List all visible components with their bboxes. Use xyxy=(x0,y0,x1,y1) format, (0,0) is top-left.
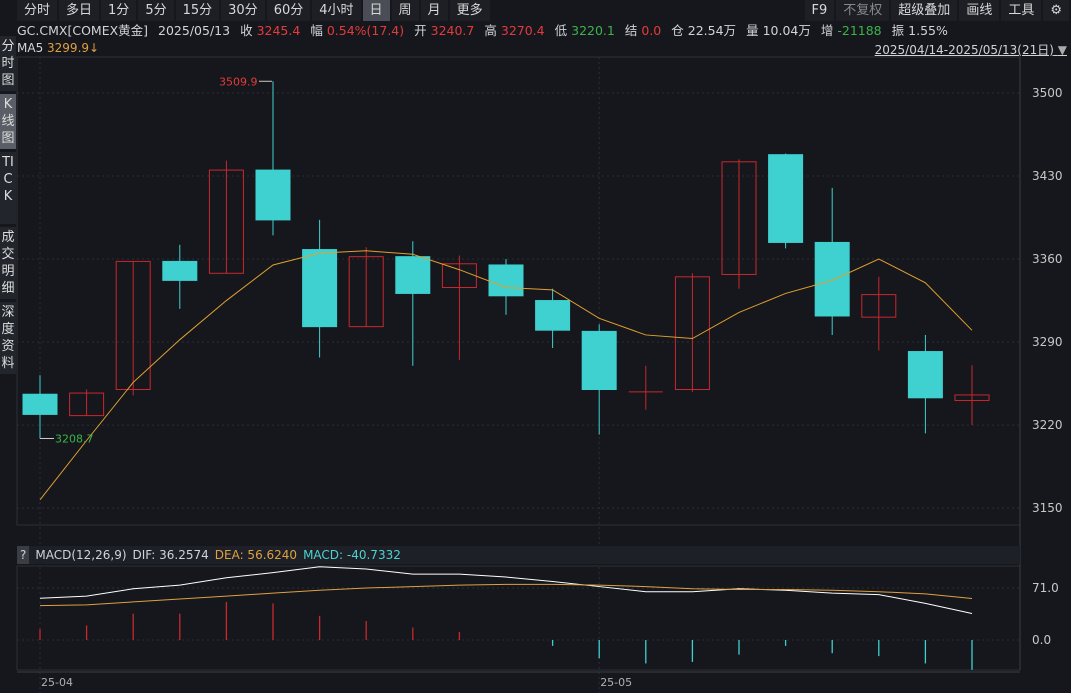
date-label: 25-04 xyxy=(41,676,73,689)
quote-info-row: GC.CMX[COMEX黄金] 2025/05/13 收 3245.4 幅 0.… xyxy=(17,22,948,40)
sidebar-tab[interactable]: TICK xyxy=(0,152,16,224)
macd-dea: DEA: 56.6240 xyxy=(214,548,298,562)
change-label: 幅 xyxy=(310,23,323,38)
high-label: 高 xyxy=(484,23,497,38)
macd-panel-frame xyxy=(16,565,1021,671)
period-tab[interactable]: 月 xyxy=(420,0,448,21)
gear-icon[interactable]: ⚙ xyxy=(1043,0,1069,21)
kline-chart[interactable]: 3500 3430 3360 3290 3220 3150 25-04 25-05 3509.9… xyxy=(0,0,1071,693)
high-value: 3270.4 xyxy=(500,23,545,38)
period-tab[interactable]: 1分 xyxy=(101,0,137,21)
candle-body xyxy=(768,154,804,243)
tool-button[interactable]: 不复权 xyxy=(836,0,890,21)
price-tick-label: 3360 xyxy=(1032,252,1063,266)
macd-dif: DIF: 36.2574 xyxy=(132,548,209,562)
price-tick-label: 3290 xyxy=(1032,335,1063,349)
macd-tick-label: 71.0 xyxy=(1032,581,1059,595)
candle-body xyxy=(907,351,943,399)
min-price-label: 3208.7 xyxy=(55,432,94,445)
price-tick-label: 3220 xyxy=(1032,418,1063,432)
sidebar-tab[interactable]: 分时图 xyxy=(0,36,16,91)
period-tab[interactable]: 更多 xyxy=(449,0,490,21)
date-range[interactable]: 2025/04/14-2025/05/13(21日) xyxy=(875,43,1054,57)
macd-title: MACD(12,26,9) xyxy=(35,548,127,562)
macd-tick-label: 0.0 xyxy=(1032,633,1051,647)
close-label: 收 xyxy=(240,23,253,38)
tool-button[interactable]: 工具 xyxy=(1001,0,1042,21)
period-tab[interactable]: 多日 xyxy=(59,0,100,21)
macd-value: MACD: -40.7332 xyxy=(303,548,401,562)
change-value: 0.54%(17.4) xyxy=(326,23,405,38)
tool-button[interactable]: 超级叠加 xyxy=(891,0,958,21)
ma5-value: 3299.9↓ xyxy=(47,41,100,55)
period-tab[interactable]: 周 xyxy=(391,0,419,21)
sidebar-tab[interactable]: 深度资料 xyxy=(0,302,16,374)
candle-body xyxy=(255,169,291,221)
period-tab[interactable]: 分时 xyxy=(17,0,58,21)
candle-body xyxy=(22,393,58,415)
increase-value: -21188 xyxy=(837,23,882,38)
volume-value: 10.04万 xyxy=(762,23,811,38)
help-icon[interactable]: ? xyxy=(17,546,30,564)
date: 2025/05/13 xyxy=(158,23,231,38)
period-tab[interactable]: 30分 xyxy=(221,0,265,21)
symbol: GC.CMX[COMEX黄金] xyxy=(17,23,149,38)
candle-body xyxy=(488,264,524,297)
price-tick-label: 3500 xyxy=(1032,86,1063,100)
settle-value: 0.0 xyxy=(641,23,662,38)
oi-label: 仓 xyxy=(671,23,684,38)
settle-label: 结 xyxy=(624,23,638,38)
period-tab[interactable]: 60分 xyxy=(266,0,311,21)
period-tab[interactable]: 15分 xyxy=(175,0,220,21)
tools-toolbar: F9 不复权 超级叠加 画线 工具 ⚙ xyxy=(804,0,1071,21)
period-tab[interactable]: 5分 xyxy=(138,0,174,21)
date-range-selector[interactable]: 2025/04/14-2025/05/13(21日) ▼ xyxy=(875,41,1067,58)
sidebar-tab[interactable]: K线图 xyxy=(0,94,16,149)
close-value: 3245.4 xyxy=(256,23,301,38)
max-price-label: 3509.9 xyxy=(219,75,258,88)
date-label: 25-05 xyxy=(600,676,632,689)
price-tick-label: 3430 xyxy=(1032,169,1063,183)
tool-button[interactable]: F9 xyxy=(804,0,835,21)
tool-button[interactable]: 画线 xyxy=(959,0,1000,21)
low-label: 低 xyxy=(554,23,568,38)
candle-body xyxy=(302,249,338,328)
macd-header: ? MACD(12,26,9) DIF: 36.2574 DEA: 56.624… xyxy=(17,546,1020,564)
candle-body xyxy=(395,256,431,294)
increase-label: 增 xyxy=(820,23,834,38)
sidebar-tab[interactable]: 成交明细 xyxy=(0,227,16,299)
period-tab[interactable]: 4小时 xyxy=(312,0,361,21)
amplitude-value: 1.55% xyxy=(908,23,948,38)
open-label: 开 xyxy=(414,23,427,38)
low-value: 3220.1 xyxy=(571,23,615,38)
amplitude-label: 振 xyxy=(891,23,905,38)
period-toolbar: 分时 多日 1分 5分 15分 30分 60分 4小时日周月更多 xyxy=(17,0,492,21)
period-tab[interactable]: 日 xyxy=(362,0,390,21)
left-sidebar: 分时图 K线图 TICK 成交明细深度资料 xyxy=(0,36,16,377)
candle-body xyxy=(814,241,850,317)
volume-label: 量 xyxy=(746,23,759,38)
candle-body xyxy=(162,260,198,281)
ma5-label: MA5 xyxy=(17,41,44,55)
oi-value: 22.54万 xyxy=(687,23,737,38)
ma-legend: MA5 3299.9↓ xyxy=(17,40,99,56)
dropdown-triangle-icon[interactable]: ▼ xyxy=(1058,43,1067,57)
candle-body xyxy=(581,330,617,390)
open-value: 3240.7 xyxy=(430,23,475,38)
price-tick-label: 3150 xyxy=(1032,501,1063,515)
candle-body xyxy=(535,300,571,331)
